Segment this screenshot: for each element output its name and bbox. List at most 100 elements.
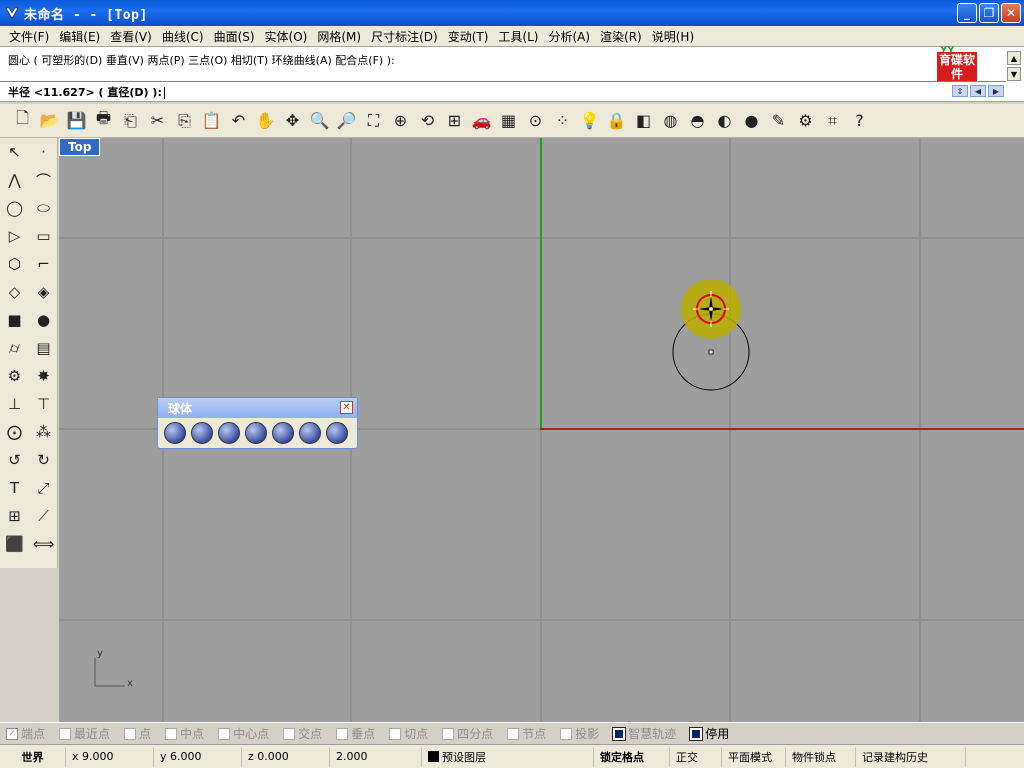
history-left-icon[interactable]: ◀ xyxy=(970,85,986,97)
menu-item-2[interactable]: 查看(V) xyxy=(105,28,157,45)
transform-icon[interactable]: ⟋ xyxy=(29,502,58,530)
trim-icon[interactable]: ⊥ xyxy=(0,390,29,418)
osnap-option[interactable]: 中心点 xyxy=(218,725,269,742)
menu-item-10[interactable]: 分析(A) xyxy=(543,28,595,45)
snap-icon[interactable]: ⊙ xyxy=(523,108,548,133)
zoom-selected-icon[interactable]: ⊕ xyxy=(388,108,413,133)
osnap-checkbox[interactable] xyxy=(165,727,178,740)
sphere-tool-icon[interactable] xyxy=(218,422,240,444)
group-icon[interactable]: ⁂ xyxy=(29,418,58,446)
point-icon[interactable]: · xyxy=(29,138,58,166)
scale-icon[interactable]: ⤢ xyxy=(29,474,58,502)
mesh-icon[interactable]: ▤ xyxy=(29,334,58,362)
polyline-icon[interactable]: ⋀ xyxy=(0,166,29,194)
layer-indicator[interactable]: 预设图层 xyxy=(422,746,594,767)
osnap-toggle[interactable]: 物件锁点 xyxy=(786,746,856,767)
paste-icon[interactable]: 📋 xyxy=(199,108,224,133)
osnap-option[interactable]: 点 xyxy=(124,725,151,742)
points-icon[interactable]: ⁘ xyxy=(550,108,575,133)
osnap-option[interactable]: 最近点 xyxy=(59,725,110,742)
open-icon[interactable]: 📂 xyxy=(37,108,62,133)
pan-icon[interactable]: ✋ xyxy=(253,108,278,133)
osnap-checkbox[interactable] xyxy=(283,727,296,740)
four-viewports-icon[interactable]: ⊞ xyxy=(442,108,467,133)
new-icon[interactable]: 🗋 xyxy=(10,108,35,133)
color-wheel-icon[interactable]: ◍ xyxy=(658,108,683,133)
zoom-window-icon[interactable]: 🔎 xyxy=(334,108,359,133)
sphere-tool-icon[interactable] xyxy=(191,422,213,444)
osnap-checkbox[interactable]: ✓ xyxy=(6,727,18,740)
light-icon[interactable]: 💡 xyxy=(577,108,602,133)
osnap-option[interactable]: 停用 xyxy=(689,725,729,742)
sphere-tool-icon[interactable] xyxy=(326,422,348,444)
curve-analyze-icon[interactable]: ↻ xyxy=(29,446,58,474)
menu-item-12[interactable]: 说明(H) xyxy=(647,28,699,45)
surface-icon[interactable]: ◇ xyxy=(0,278,29,306)
sphere-tool-icon[interactable] xyxy=(272,422,294,444)
scroll-down-arrow[interactable]: ▼ xyxy=(1007,67,1021,81)
rectangle-icon[interactable]: ▭ xyxy=(29,222,58,250)
osnap-option[interactable]: 切点 xyxy=(389,725,428,742)
array-icon[interactable]: ⊞ xyxy=(0,502,29,530)
cut-icon[interactable]: ✂ xyxy=(145,108,170,133)
menu-item-11[interactable]: 渲染(R) xyxy=(595,28,647,45)
gear-tool-icon[interactable]: ⚙ xyxy=(0,362,29,390)
print-icon[interactable]: 🖶 xyxy=(91,108,116,133)
grid-icon[interactable]: ▦ xyxy=(496,108,521,133)
osnap-checkbox[interactable] xyxy=(124,727,137,740)
analyze-icon[interactable]: ↺ xyxy=(0,446,29,474)
osnap-checkbox[interactable] xyxy=(560,727,573,740)
menu-item-8[interactable]: 变动(T) xyxy=(443,28,494,45)
dimension-icon[interactable]: ⟺ xyxy=(29,530,58,558)
menu-item-0[interactable]: 文件(F) xyxy=(4,28,54,45)
lock-icon[interactable]: 🔒 xyxy=(604,108,629,133)
command-prompt[interactable]: 半径 <11.627> ( 直径(D) ): xyxy=(8,84,165,100)
sphere-tool-icon[interactable] xyxy=(245,422,267,444)
floating-toolbar-title[interactable]: 球体 xyxy=(158,398,357,418)
history-updown-icon[interactable]: ⇕ xyxy=(952,85,968,97)
menu-item-1[interactable]: 编辑(E) xyxy=(54,28,105,45)
sphere-icon[interactable]: ● xyxy=(29,306,58,334)
select-icon[interactable]: ↖ xyxy=(0,138,29,166)
osnap-checkbox[interactable] xyxy=(507,727,520,740)
brush-icon[interactable]: ✎ xyxy=(766,108,791,133)
sphere-tool-icon[interactable] xyxy=(164,422,186,444)
ortho-toggle[interactable]: 正交 xyxy=(670,746,722,767)
osnap-icon[interactable]: ⌗ xyxy=(820,108,845,133)
import-icon[interactable]: ⎗ xyxy=(118,108,143,133)
rotate-view-icon[interactable]: ✥ xyxy=(280,108,305,133)
osnap-checkbox[interactable] xyxy=(389,727,402,740)
osnap-checkbox[interactable] xyxy=(612,726,627,741)
car-icon[interactable]: 🚗 xyxy=(469,108,494,133)
solid-icon[interactable]: ⬛ xyxy=(0,530,29,558)
circle-icon[interactable]: ◯ xyxy=(0,194,29,222)
surface-edit-icon[interactable]: ◈ xyxy=(29,278,58,306)
wireframe-sphere-icon[interactable]: ◓ xyxy=(685,108,710,133)
box-icon[interactable]: ■ xyxy=(0,306,29,334)
close-button[interactable]: ✕ xyxy=(1001,3,1021,23)
menu-item-5[interactable]: 实体(O) xyxy=(260,28,313,45)
osnap-option[interactable]: 智慧轨迹 xyxy=(612,725,676,742)
osnap-checkbox[interactable] xyxy=(336,727,349,740)
menu-item-7[interactable]: 尺寸标注(D) xyxy=(366,28,443,45)
close-icon[interactable]: ✕ xyxy=(340,401,353,414)
osnap-checkbox[interactable] xyxy=(689,726,704,741)
menu-item-3[interactable]: 曲线(C) xyxy=(157,28,209,45)
help-icon[interactable]: ? xyxy=(847,108,872,133)
layer-icon[interactable]: ◧ xyxy=(631,108,656,133)
viewport-label[interactable]: Top xyxy=(59,138,101,156)
cplane-indicator[interactable]: 世界 xyxy=(0,746,66,767)
save-icon[interactable]: 💾 xyxy=(64,108,89,133)
cylinder-icon[interactable]: ⌭ xyxy=(0,334,29,362)
menu-item-4[interactable]: 曲面(S) xyxy=(209,28,260,45)
menu-item-6[interactable]: 网格(M) xyxy=(312,28,366,45)
osnap-option[interactable]: ✓ 端点 xyxy=(6,725,45,742)
options-icon[interactable]: ⚙ xyxy=(793,108,818,133)
osnap-option[interactable]: 中点 xyxy=(165,725,204,742)
undo-view-icon[interactable]: ⟲ xyxy=(415,108,440,133)
copy-icon[interactable]: ⎘ xyxy=(172,108,197,133)
osnap-option[interactable]: 交点 xyxy=(283,725,322,742)
boolean-icon[interactable]: ⨀ xyxy=(0,418,29,446)
shaded-icon[interactable]: ◐ xyxy=(712,108,737,133)
split-icon[interactable]: ⊤ xyxy=(29,390,58,418)
